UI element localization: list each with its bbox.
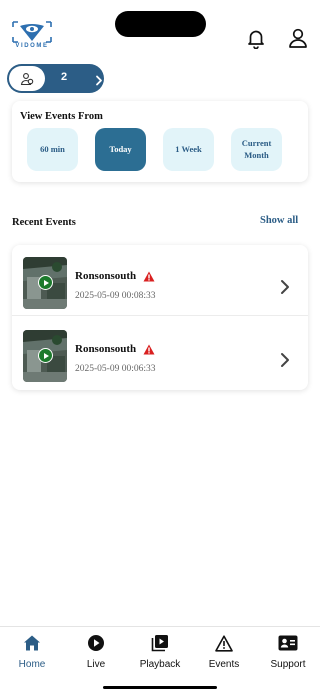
range-current-month[interactable]: Current Month bbox=[231, 128, 282, 171]
range-1-week[interactable]: 1 Week bbox=[163, 128, 214, 171]
camera-notch bbox=[115, 11, 206, 37]
event-row[interactable]: Ronsonsouth 2025-05-09 00:08:33 bbox=[12, 250, 308, 316]
event-range-title: View Events From bbox=[20, 111, 103, 122]
chevron-right-icon[interactable] bbox=[280, 279, 290, 300]
chevron-right-icon[interactable] bbox=[280, 352, 290, 373]
support-card-icon bbox=[256, 633, 320, 653]
warning-icon bbox=[192, 633, 256, 653]
tab-label: Playback bbox=[139, 659, 181, 670]
event-thumbnail bbox=[23, 257, 67, 309]
recent-events-title: Recent Events bbox=[12, 217, 76, 228]
vidome-logo: VIDOME bbox=[10, 20, 54, 51]
tab-label: Live bbox=[86, 659, 106, 670]
event-camera-name: Ronsonsouth bbox=[75, 343, 137, 355]
tab-home[interactable]: Home bbox=[0, 633, 64, 670]
warning-icon bbox=[143, 342, 155, 360]
playback-icon bbox=[128, 633, 192, 653]
play-icon[interactable] bbox=[38, 275, 53, 290]
home-icon bbox=[0, 633, 64, 653]
tab-live[interactable]: Live bbox=[64, 633, 128, 670]
recent-events-list: Ronsonsouth 2025-05-09 00:08:33 Ronsonso… bbox=[12, 245, 308, 390]
event-timestamp: 2025-05-09 00:08:33 bbox=[75, 291, 156, 301]
range-60-min[interactable]: 60 min bbox=[27, 128, 78, 171]
warning-icon bbox=[143, 269, 155, 287]
row-divider bbox=[12, 315, 308, 316]
user-icon[interactable] bbox=[287, 27, 309, 49]
bell-icon[interactable] bbox=[245, 27, 267, 50]
range-today[interactable]: Today bbox=[95, 128, 146, 171]
play-circle-icon bbox=[64, 633, 128, 653]
site-selector-toggle[interactable]: 2 bbox=[7, 64, 104, 93]
tab-events[interactable]: Events bbox=[192, 633, 256, 670]
event-row[interactable]: Ronsonsouth 2025-05-09 00:06:33 bbox=[12, 323, 308, 388]
event-camera-name: Ronsonsouth bbox=[75, 270, 137, 282]
tab-support[interactable]: Support bbox=[256, 633, 320, 670]
users-icon bbox=[9, 66, 45, 91]
show-all-link[interactable]: Show all bbox=[260, 215, 298, 226]
chevron-right-icon bbox=[95, 73, 103, 91]
site-count: 2 bbox=[61, 71, 68, 83]
tab-playback[interactable]: Playback bbox=[128, 633, 192, 670]
event-range-card: View Events From 60 min Today 1 Week Cur… bbox=[12, 101, 308, 182]
tab-label: Events bbox=[208, 659, 240, 670]
event-thumbnail bbox=[23, 330, 67, 382]
tab-label: Support bbox=[270, 659, 306, 670]
event-timestamp: 2025-05-09 00:06:33 bbox=[75, 364, 156, 374]
tab-label: Home bbox=[18, 659, 46, 670]
logo-text: VIDOME bbox=[15, 43, 49, 49]
play-icon[interactable] bbox=[38, 348, 53, 363]
home-indicator bbox=[103, 686, 217, 689]
